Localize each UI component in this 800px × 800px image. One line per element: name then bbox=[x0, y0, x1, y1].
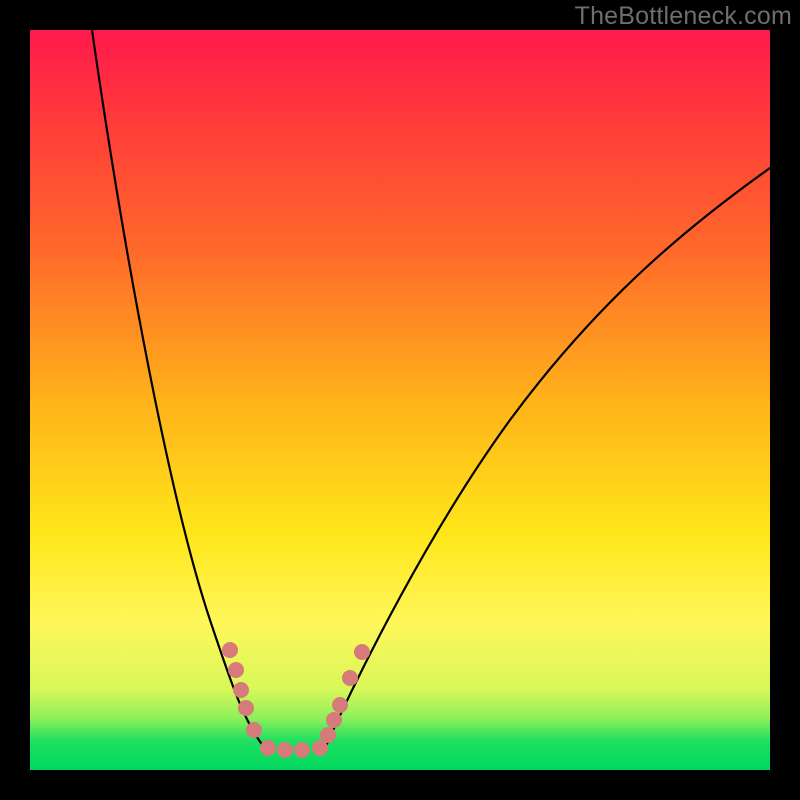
data-point bbox=[233, 682, 249, 698]
watermark-text: TheBottleneck.com bbox=[575, 2, 792, 31]
chart-frame: TheBottleneck.com bbox=[0, 0, 800, 800]
curve-layer bbox=[30, 30, 770, 770]
data-point bbox=[228, 662, 244, 678]
data-point bbox=[320, 727, 336, 743]
bottleneck-curve-left bbox=[92, 30, 265, 748]
data-point bbox=[277, 742, 293, 758]
data-point bbox=[246, 722, 262, 738]
data-point bbox=[222, 642, 238, 658]
data-point bbox=[326, 712, 342, 728]
data-point bbox=[332, 697, 348, 713]
data-point bbox=[238, 700, 254, 716]
data-point bbox=[294, 742, 310, 758]
bottleneck-curve-right bbox=[325, 168, 770, 748]
data-point bbox=[354, 644, 370, 660]
data-point bbox=[342, 670, 358, 686]
data-point bbox=[260, 740, 276, 756]
plot-area bbox=[30, 30, 770, 770]
